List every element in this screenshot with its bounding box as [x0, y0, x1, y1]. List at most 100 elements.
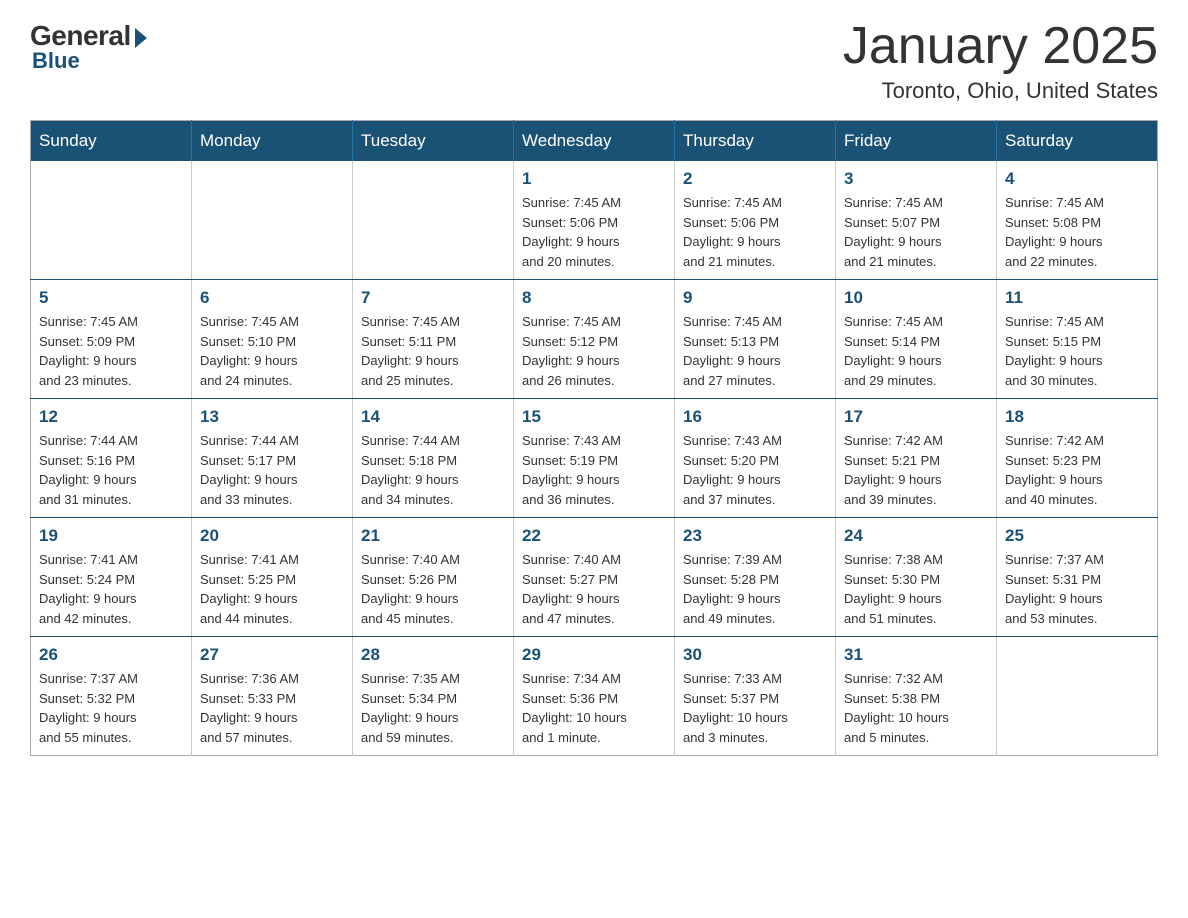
calendar-header-row: SundayMondayTuesdayWednesdayThursdayFrid… — [31, 121, 1158, 162]
title-section: January 2025 Toronto, Ohio, United State… — [843, 20, 1158, 104]
calendar-cell: 25 Sunrise: 7:37 AM Sunset: 5:31 PM Dayli… — [997, 518, 1158, 637]
calendar-cell: 20Sunrise: 7:41 AM Sunset: 5:25 PM Dayli… — [192, 518, 353, 637]
calendar-cell: 14 Sunrise: 7:44 AM Sunset: 5:18 PM Dayli… — [353, 399, 514, 518]
day-info: Sunrise: 7:44 AM Sunset: 5:16 PM Dayligh… — [39, 431, 183, 509]
day-info: Sunrise: 7:37 AM Sunset: 5:31 PM Dayligh… — [1005, 550, 1149, 628]
day-info: Sunrise: 7:41 AM Sunset: 5:24 PM Dayligh… — [39, 550, 183, 628]
calendar-cell: 6 Sunrise: 7:45 AM Sunset: 5:10 PM Daylig… — [192, 280, 353, 399]
column-header-thursday: Thursday — [675, 121, 836, 162]
day-number: 11 — [1005, 288, 1149, 308]
day-info: Sunrise: 7:35 AM Sunset: 5:34 PM Dayligh… — [361, 669, 505, 747]
day-number: 30 — [683, 645, 827, 665]
day-info: Sunrise: 7:39 AM Sunset: 5:28 PM Dayligh… — [683, 550, 827, 628]
day-number: 14 — [361, 407, 505, 427]
day-number: 25 — [1005, 526, 1149, 546]
calendar-cell: 18 Sunrise: 7:42 AM Sunset: 5:23 PM Dayli… — [997, 399, 1158, 518]
day-number: 15 — [522, 407, 666, 427]
calendar-cell: 9Sunrise: 7:45 AM Sunset: 5:13 PM Daylig… — [675, 280, 836, 399]
location-label: Toronto, Ohio, United States — [843, 78, 1158, 104]
day-info: Sunrise: 7:33 AM Sunset: 5:37 PM Dayligh… — [683, 669, 827, 747]
calendar-cell: 24 Sunrise: 7:38 AM Sunset: 5:30 PM Dayli… — [836, 518, 997, 637]
day-info: Sunrise: 7:36 AM Sunset: 5:33 PM Dayligh… — [200, 669, 344, 747]
logo: General Blue — [30, 20, 147, 74]
day-info: Sunrise: 7:45 AM Sunset: 5:11 PM Dayligh… — [361, 312, 505, 390]
day-number: 22 — [522, 526, 666, 546]
column-header-wednesday: Wednesday — [514, 121, 675, 162]
day-number: 8 — [522, 288, 666, 308]
day-info: Sunrise: 7:45 AM Sunset: 5:06 PM Dayligh… — [522, 193, 666, 271]
calendar-cell: 4 Sunrise: 7:45 AM Sunset: 5:08 PM Daylig… — [997, 161, 1158, 280]
day-number: 13 — [200, 407, 344, 427]
calendar-cell: 13 Sunrise: 7:44 AM Sunset: 5:17 PM Dayli… — [192, 399, 353, 518]
day-info: Sunrise: 7:42 AM Sunset: 5:21 PM Dayligh… — [844, 431, 988, 509]
calendar-cell: 23 Sunrise: 7:39 AM Sunset: 5:28 PM Dayli… — [675, 518, 836, 637]
calendar-cell: 22 Sunrise: 7:40 AM Sunset: 5:27 PM Dayli… — [514, 518, 675, 637]
day-number: 18 — [1005, 407, 1149, 427]
day-number: 19 — [39, 526, 183, 546]
calendar-week-row: 1Sunrise: 7:45 AM Sunset: 5:06 PM Daylig… — [31, 161, 1158, 280]
day-number: 23 — [683, 526, 827, 546]
column-header-sunday: Sunday — [31, 121, 192, 162]
day-info: Sunrise: 7:45 AM Sunset: 5:10 PM Dayligh… — [200, 312, 344, 390]
logo-arrow-icon — [135, 28, 147, 48]
calendar-cell — [31, 161, 192, 280]
calendar-cell: 2 Sunrise: 7:45 AM Sunset: 5:06 PM Daylig… — [675, 161, 836, 280]
day-number: 28 — [361, 645, 505, 665]
day-info: Sunrise: 7:38 AM Sunset: 5:30 PM Dayligh… — [844, 550, 988, 628]
day-number: 4 — [1005, 169, 1149, 189]
day-number: 3 — [844, 169, 988, 189]
calendar-cell: 16 Sunrise: 7:43 AM Sunset: 5:20 PM Dayli… — [675, 399, 836, 518]
calendar-cell: 17 Sunrise: 7:42 AM Sunset: 5:21 PM Dayli… — [836, 399, 997, 518]
day-info: Sunrise: 7:44 AM Sunset: 5:17 PM Dayligh… — [200, 431, 344, 509]
calendar-cell: 11 Sunrise: 7:45 AM Sunset: 5:15 PM Dayli… — [997, 280, 1158, 399]
day-number: 9 — [683, 288, 827, 308]
calendar-week-row: 5Sunrise: 7:45 AM Sunset: 5:09 PM Daylig… — [31, 280, 1158, 399]
day-info: Sunrise: 7:45 AM Sunset: 5:07 PM Dayligh… — [844, 193, 988, 271]
day-info: Sunrise: 7:34 AM Sunset: 5:36 PM Dayligh… — [522, 669, 666, 747]
calendar-cell: 21 Sunrise: 7:40 AM Sunset: 5:26 PM Dayli… — [353, 518, 514, 637]
day-info: Sunrise: 7:41 AM Sunset: 5:25 PM Dayligh… — [200, 550, 344, 628]
day-number: 17 — [844, 407, 988, 427]
day-info: Sunrise: 7:45 AM Sunset: 5:08 PM Dayligh… — [1005, 193, 1149, 271]
day-number: 29 — [522, 645, 666, 665]
calendar-cell — [353, 161, 514, 280]
calendar-cell: 19 Sunrise: 7:41 AM Sunset: 5:24 PM Dayli… — [31, 518, 192, 637]
day-number: 24 — [844, 526, 988, 546]
calendar-cell: 15 Sunrise: 7:43 AM Sunset: 5:19 PM Dayli… — [514, 399, 675, 518]
calendar-cell: 30 Sunrise: 7:33 AM Sunset: 5:37 PM Dayli… — [675, 637, 836, 756]
page-header: General Blue January 2025 Toronto, Ohio,… — [30, 20, 1158, 104]
day-number: 21 — [361, 526, 505, 546]
month-title: January 2025 — [843, 20, 1158, 72]
day-number: 5 — [39, 288, 183, 308]
day-info: Sunrise: 7:44 AM Sunset: 5:18 PM Dayligh… — [361, 431, 505, 509]
calendar-cell: 8 Sunrise: 7:45 AM Sunset: 5:12 PM Daylig… — [514, 280, 675, 399]
calendar-cell: 5Sunrise: 7:45 AM Sunset: 5:09 PM Daylig… — [31, 280, 192, 399]
day-number: 10 — [844, 288, 988, 308]
day-number: 26 — [39, 645, 183, 665]
day-info: Sunrise: 7:45 AM Sunset: 5:15 PM Dayligh… — [1005, 312, 1149, 390]
day-number: 7 — [361, 288, 505, 308]
day-info: Sunrise: 7:45 AM Sunset: 5:14 PM Dayligh… — [844, 312, 988, 390]
day-info: Sunrise: 7:40 AM Sunset: 5:27 PM Dayligh… — [522, 550, 666, 628]
day-info: Sunrise: 7:32 AM Sunset: 5:38 PM Dayligh… — [844, 669, 988, 747]
day-info: Sunrise: 7:45 AM Sunset: 5:06 PM Dayligh… — [683, 193, 827, 271]
day-info: Sunrise: 7:42 AM Sunset: 5:23 PM Dayligh… — [1005, 431, 1149, 509]
calendar-cell — [192, 161, 353, 280]
calendar-cell: 27Sunrise: 7:36 AM Sunset: 5:33 PM Dayli… — [192, 637, 353, 756]
day-info: Sunrise: 7:43 AM Sunset: 5:19 PM Dayligh… — [522, 431, 666, 509]
calendar-cell: 29 Sunrise: 7:34 AM Sunset: 5:36 PM Dayli… — [514, 637, 675, 756]
calendar-cell: 12Sunrise: 7:44 AM Sunset: 5:16 PM Dayli… — [31, 399, 192, 518]
day-number: 6 — [200, 288, 344, 308]
day-info: Sunrise: 7:45 AM Sunset: 5:12 PM Dayligh… — [522, 312, 666, 390]
day-info: Sunrise: 7:40 AM Sunset: 5:26 PM Dayligh… — [361, 550, 505, 628]
calendar-week-row: 26 Sunrise: 7:37 AM Sunset: 5:32 PM Dayli… — [31, 637, 1158, 756]
day-info: Sunrise: 7:37 AM Sunset: 5:32 PM Dayligh… — [39, 669, 183, 747]
calendar-cell: 26 Sunrise: 7:37 AM Sunset: 5:32 PM Dayli… — [31, 637, 192, 756]
day-number: 16 — [683, 407, 827, 427]
day-number: 2 — [683, 169, 827, 189]
logo-blue-text: Blue — [32, 48, 80, 74]
day-info: Sunrise: 7:43 AM Sunset: 5:20 PM Dayligh… — [683, 431, 827, 509]
calendar-cell: 7 Sunrise: 7:45 AM Sunset: 5:11 PM Daylig… — [353, 280, 514, 399]
calendar-week-row: 19 Sunrise: 7:41 AM Sunset: 5:24 PM Dayli… — [31, 518, 1158, 637]
calendar-cell: 31Sunrise: 7:32 AM Sunset: 5:38 PM Dayli… — [836, 637, 997, 756]
